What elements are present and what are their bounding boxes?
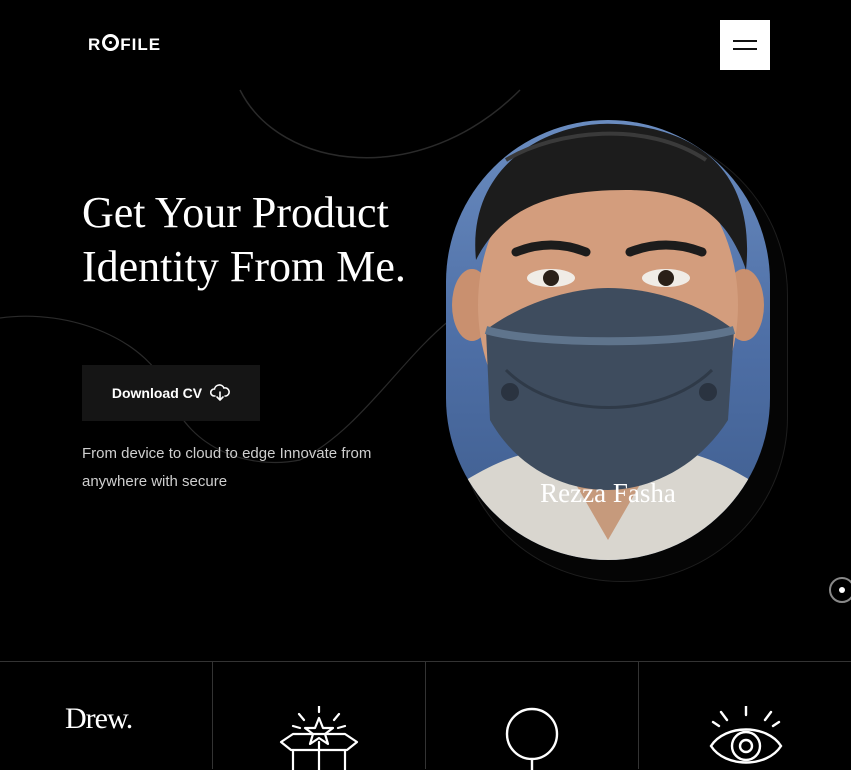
cloud-download-icon: [210, 384, 230, 401]
hero-description: From device to cloud to edge Innovate fr…: [82, 445, 372, 490]
feature-idea: [426, 662, 639, 770]
download-cv-button[interactable]: Download CV: [82, 365, 260, 421]
features-strip: Drew.: [0, 661, 851, 770]
logo-mark-icon: [102, 34, 120, 51]
logo[interactable]: R FILE: [88, 34, 161, 55]
hamburger-icon-line: [733, 48, 757, 50]
logo-text: FILE: [120, 35, 162, 54]
download-cv-label: Download CV: [111, 385, 203, 401]
portrait-name: Rezza Fasha: [540, 478, 676, 508]
hamburger-icon: [733, 40, 757, 42]
scroll-indicator-button[interactable]: [829, 577, 851, 603]
feature-vision: [639, 662, 851, 769]
logo-letter: R: [88, 35, 102, 54]
hero-headline: Get Your Product Identity From Me.: [82, 188, 406, 291]
menu-button[interactable]: [720, 20, 770, 70]
brand-wordmark: Drew.: [65, 702, 133, 735]
gift-box-star-icon: [279, 706, 359, 770]
feature-gift: [213, 662, 426, 770]
feature-brand: Drew.: [0, 662, 213, 769]
eye-icon: [709, 706, 783, 764]
lightbulb-icon: [505, 707, 559, 770]
